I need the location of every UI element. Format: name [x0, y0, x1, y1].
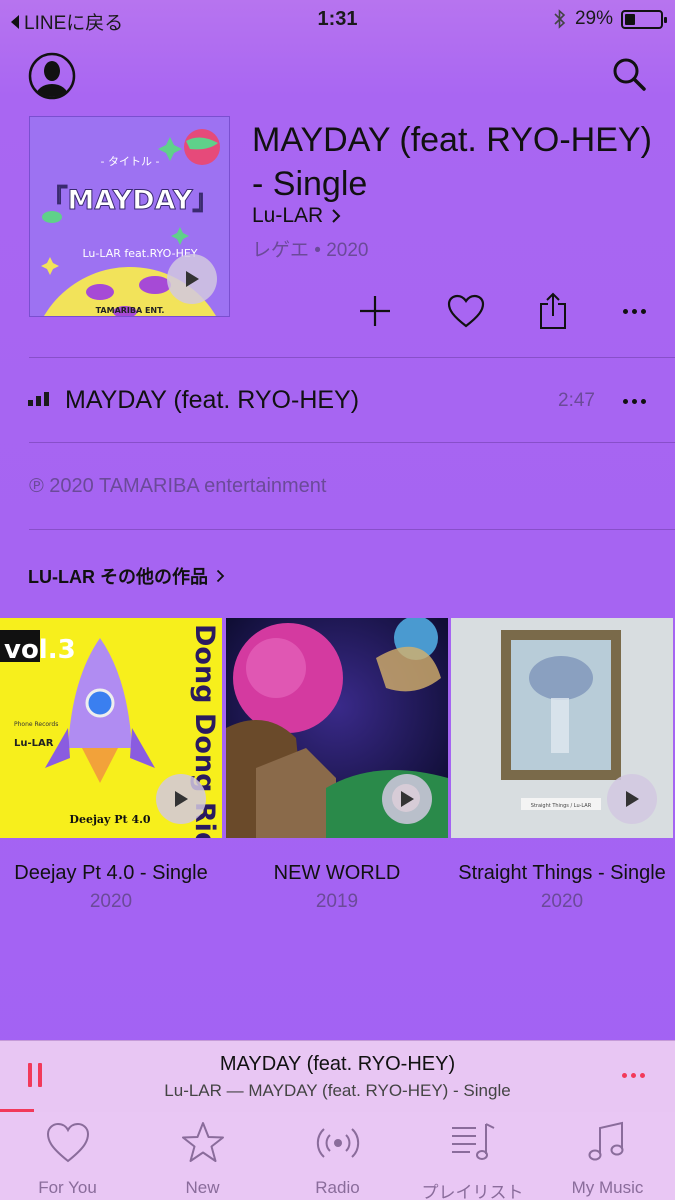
label-text: Phone Records [14, 721, 58, 728]
status-bar: LINEに戻る 1:31 29% [0, 0, 675, 38]
album-title: MAYDAY (feat. RYO-HEY) - Single [252, 121, 652, 203]
album-card-title: Deejay Pt 4.0 - Single [14, 862, 208, 884]
heart-icon [447, 294, 485, 328]
track-duration: 2:47 [558, 390, 595, 411]
play-icon [175, 791, 188, 807]
add-button[interactable] [352, 288, 398, 334]
tab-my-music[interactable]: My Music [540, 1112, 675, 1200]
mini-player-title: MAYDAY (feat. RYO-HEY) [219, 1053, 456, 1075]
art-title-text: 「MAYDAY」 [40, 184, 219, 216]
chevron-right-icon [332, 209, 341, 223]
status-indicators: 29% [553, 8, 667, 30]
art-label-text: TAMARIBA ENT. [96, 306, 165, 315]
caption-text: Deejay Pt 4.0 [69, 813, 151, 826]
profile-icon[interactable] [28, 52, 76, 100]
section-title-text: LU-LAR その他の作品 [28, 567, 208, 587]
tab-label: Radio [315, 1178, 360, 1197]
divider [29, 442, 675, 443]
search-icon[interactable] [611, 56, 647, 92]
tab-radio[interactable]: Radio [270, 1112, 405, 1200]
album-artist-link[interactable]: Lu-LAR [252, 204, 341, 228]
battery-percent: 29% [574, 8, 613, 29]
now-playing-bars-icon [28, 392, 49, 406]
divider [29, 529, 675, 530]
card-play-button[interactable] [156, 774, 206, 824]
heart-icon [46, 1122, 90, 1163]
tab-bar: For You New Radio プレイリスト My Music [0, 1112, 675, 1200]
plus-icon [360, 296, 390, 326]
more-by-artist-header[interactable]: LU-LAR その他の作品 [28, 563, 225, 589]
track-row[interactable]: MAYDAY (feat. RYO-HEY) 2:47 [0, 372, 675, 432]
caption-text: Straight Things / Lu-LAR [531, 803, 592, 809]
playlist-icon [452, 1123, 495, 1160]
star-icon [182, 1122, 224, 1162]
card-play-button[interactable] [382, 774, 432, 824]
radio-icon [316, 1128, 360, 1158]
album-card-year: 2019 [315, 891, 359, 912]
tab-for-you[interactable]: For You [0, 1112, 135, 1200]
music-note-icon [588, 1121, 624, 1161]
album-card-deejay[interactable]: vol.3 Dong Dong Riddim Phone Records Lu-… [0, 618, 222, 913]
copyright-text: ℗ 2020 TAMARIBA entertainment [29, 475, 327, 497]
battery-fill [625, 13, 635, 25]
tab-label: プレイリスト [421, 1183, 524, 1200]
bluetooth-icon [554, 9, 566, 29]
divider [29, 357, 675, 358]
album-card-artwork: Straight Things / Lu-LAR [451, 618, 673, 838]
mini-player[interactable]: MAYDAY (feat. RYO-HEY) Lu-LAR — MAYDAY (… [0, 1040, 675, 1112]
album-card-straight-things[interactable]: Straight Things / Lu-LAR Straight Things… [451, 618, 673, 913]
play-icon [186, 271, 199, 287]
album-card-new-world[interactable]: NEW WORLD 2019 [226, 618, 448, 913]
tab-new[interactable]: New [135, 1112, 270, 1200]
more-icon [622, 308, 646, 314]
mini-player-more-button[interactable] [622, 1073, 645, 1078]
mini-player-subtitle: Lu-LAR — MAYDAY (feat. RYO-HEY) - Single [164, 1081, 511, 1100]
track-title: MAYDAY (feat. RYO-HEY) [65, 386, 360, 414]
album-card-title: NEW WORLD [273, 862, 401, 884]
tab-playlists[interactable]: プレイリスト [405, 1112, 540, 1200]
battery-icon [621, 9, 667, 29]
album-card-year: 2020 [89, 891, 133, 912]
card-play-button[interactable] [607, 774, 657, 824]
album-card-artwork: vol.3 Dong Dong Riddim Phone Records Lu-… [0, 618, 222, 838]
chevron-right-icon [216, 569, 225, 583]
love-button[interactable] [443, 288, 489, 334]
artist-text: Lu-LAR [14, 738, 54, 749]
tab-label: For You [38, 1178, 97, 1197]
vol-text: vol.3 [4, 635, 76, 665]
play-icon [401, 791, 414, 807]
album-card-title: Straight Things - Single [458, 862, 666, 884]
share-icon [540, 292, 566, 329]
album-card-year: 2020 [540, 891, 584, 912]
album-play-button[interactable] [167, 254, 217, 304]
album-artwork[interactable]: - タイトル - 「MAYDAY」 Lu-LAR feat.RYO-HEY TA… [29, 116, 230, 317]
album-genre-year: レゲエ • 2020 [252, 240, 369, 261]
tab-label: New [185, 1178, 220, 1197]
tab-label: My Music [571, 1178, 644, 1197]
album-card-artwork [226, 618, 448, 838]
album-artist-name: Lu-LAR [252, 204, 324, 227]
art-sub-text: - タイトル - [101, 155, 160, 168]
album-more-button[interactable] [611, 288, 657, 334]
play-icon [626, 791, 639, 807]
share-button[interactable] [530, 288, 576, 334]
track-more-button[interactable] [623, 399, 646, 404]
